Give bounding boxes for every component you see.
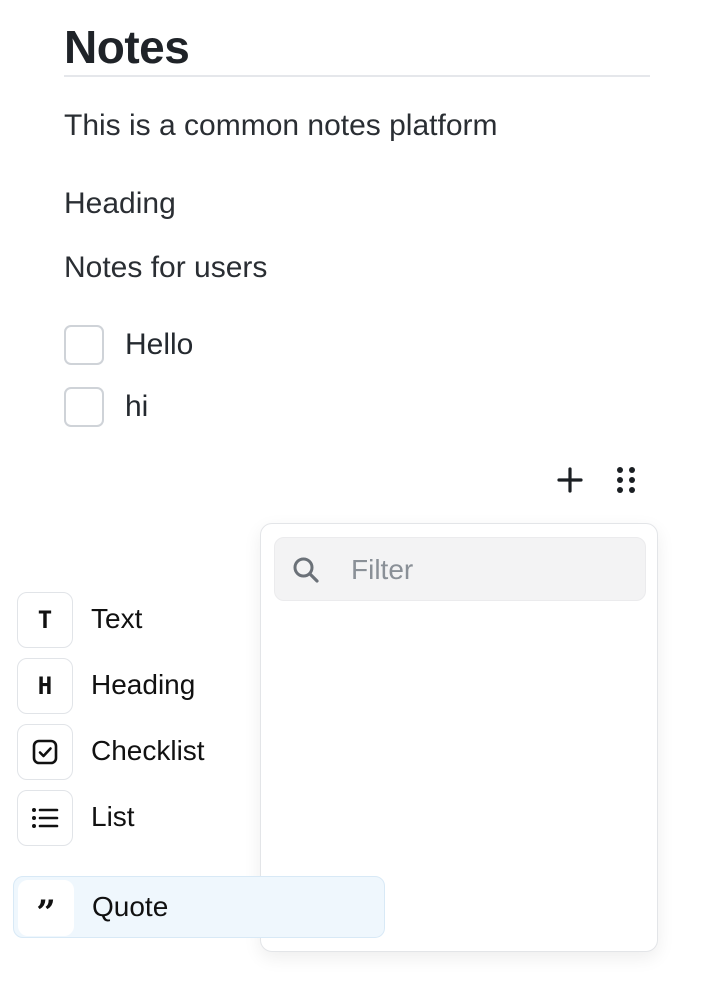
checklist-item-label[interactable]: Hello [125, 327, 193, 363]
menu-item-checklist[interactable]: Checklist [13, 721, 385, 783]
menu-item-label: Quote [92, 891, 169, 922]
text-icon: T [17, 592, 73, 648]
menu-item-label: Checklist [91, 735, 205, 766]
checklist-icon-svg [32, 739, 58, 765]
quote-icon: ” [18, 880, 74, 936]
add-block-button[interactable] [552, 462, 588, 498]
drag-handle-icon [617, 467, 635, 493]
list-icon [17, 790, 73, 846]
menu-item-label: Heading [91, 669, 196, 700]
checklist-item: Hello [64, 325, 193, 365]
menu-item-quote[interactable]: ” Quote [13, 876, 385, 938]
filter-input[interactable] [351, 550, 631, 590]
drag-handle-button[interactable] [608, 462, 644, 498]
menu-item-heading[interactable]: H Heading [13, 655, 385, 717]
checklist-icon [17, 724, 73, 780]
text-icon-glyph: T [37, 606, 53, 634]
title-divider [64, 75, 650, 77]
heading-icon: H [17, 658, 73, 714]
paragraph-block[interactable]: This is a common notes platform [64, 108, 498, 144]
block-toolbar [552, 462, 644, 498]
search-icon [293, 557, 319, 583]
paragraph-block[interactable]: Heading [64, 186, 176, 222]
checkbox[interactable] [64, 325, 104, 365]
list-icon-svg [32, 808, 59, 828]
checkbox[interactable] [64, 387, 104, 427]
quote-icon-glyph: ” [36, 893, 56, 933]
notes-page: Notes This is a common notes platform He… [0, 0, 712, 990]
checklist-item: hi [64, 387, 148, 427]
menu-item-label: List [91, 801, 135, 832]
paragraph-block[interactable]: Notes for users [64, 250, 267, 286]
plus-icon [557, 467, 583, 493]
menu-item-list[interactable]: List [13, 787, 385, 849]
menu-item-text[interactable]: T Text [13, 589, 385, 651]
heading-icon-glyph: H [37, 672, 53, 700]
page-title[interactable]: Notes [64, 20, 190, 74]
checklist-item-label[interactable]: hi [125, 389, 148, 425]
menu-item-label: Text [91, 603, 143, 634]
